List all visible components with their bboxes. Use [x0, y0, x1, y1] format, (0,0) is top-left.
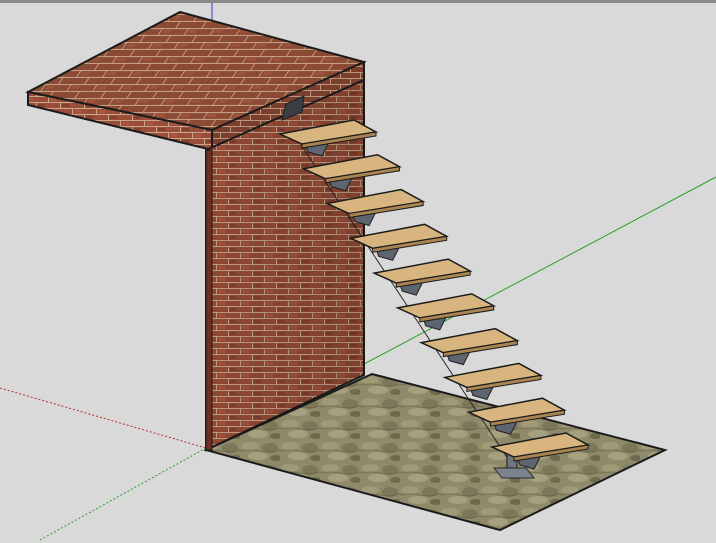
stair-tread[interactable]: [395, 293, 497, 323]
3d-scene[interactable]: [0, 2, 716, 543]
stair-tread[interactable]: [418, 327, 520, 358]
model-viewport[interactable]: [0, 0, 716, 543]
stair-tread[interactable]: [348, 223, 449, 253]
axis-red: [0, 387, 207, 449]
stair-tread[interactable]: [371, 258, 473, 288]
wall-left-edge: [205, 149, 213, 451]
stair-tread[interactable]: [442, 362, 544, 393]
axis-green: [39, 447, 207, 541]
brick-structure[interactable]: [25, 10, 367, 452]
